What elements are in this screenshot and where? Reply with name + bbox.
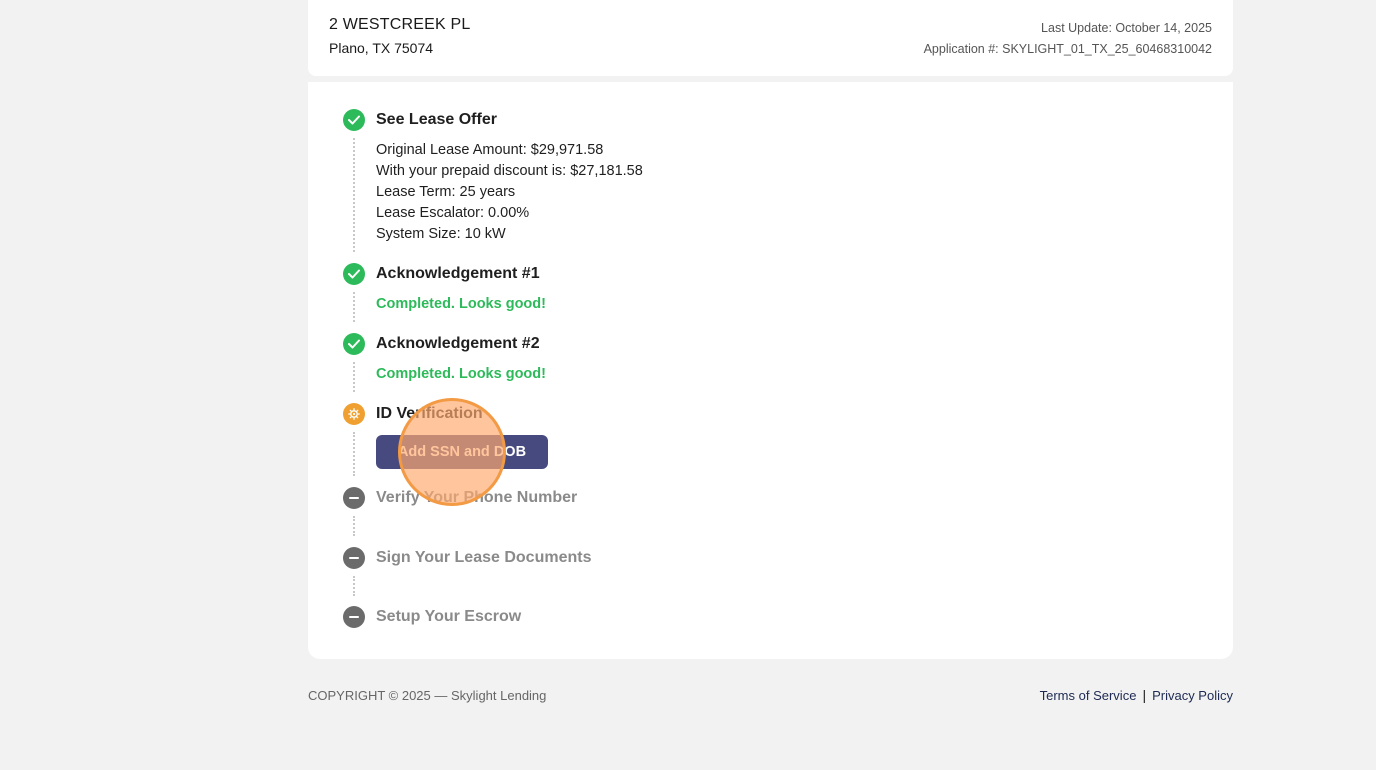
address-line-1: 2 WESTCREEK PL bbox=[329, 16, 471, 33]
step-title: Sign Your Lease Documents bbox=[376, 549, 592, 566]
check-circle-icon bbox=[343, 109, 365, 131]
step-status-message: Completed. Looks good! bbox=[376, 366, 546, 382]
lease-prepaid-discount: With your prepaid discount is: $27,181.5… bbox=[376, 163, 643, 179]
application-number: Application #: SKYLIGHT_01_TX_25_6046831… bbox=[923, 42, 1212, 56]
check-circle-icon bbox=[343, 333, 365, 355]
lease-escalator: Lease Escalator: 0.00% bbox=[376, 205, 530, 221]
check-circle-icon bbox=[343, 263, 365, 285]
add-ssn-dob-button[interactable]: Add SSN and DOB bbox=[376, 435, 548, 469]
lease-original-amount: Original Lease Amount: $29,971.58 bbox=[376, 142, 604, 158]
step-connector bbox=[353, 516, 355, 536]
step-connector bbox=[353, 432, 355, 476]
step-title: Setup Your Escrow bbox=[376, 608, 522, 625]
minus-circle-icon bbox=[343, 547, 365, 569]
step-title: Acknowledgement #2 bbox=[376, 335, 540, 352]
step-status-message: Completed. Looks good! bbox=[376, 296, 546, 312]
step-title: See Lease Offer bbox=[376, 111, 497, 128]
step-title: ID Verification bbox=[376, 405, 483, 422]
lease-term: Lease Term: 25 years bbox=[376, 184, 516, 200]
minus-circle-icon bbox=[343, 487, 365, 509]
minus-circle-icon bbox=[343, 606, 365, 628]
footer-links: Terms of Service | Privacy Policy bbox=[1040, 687, 1233, 703]
progress-steps: See Lease Offer Original Lease Amount: $… bbox=[308, 82, 1233, 659]
step-title: Acknowledgement #1 bbox=[376, 265, 540, 282]
step-connector bbox=[353, 576, 355, 596]
step-connector bbox=[353, 292, 355, 322]
system-size: System Size: 10 kW bbox=[376, 226, 506, 242]
privacy-policy-link[interactable]: Privacy Policy bbox=[1152, 688, 1233, 703]
step-connector bbox=[353, 362, 355, 392]
footer-separator: | bbox=[1142, 687, 1147, 703]
last-update: Last Update: October 14, 2025 bbox=[1041, 21, 1212, 35]
gear-icon bbox=[343, 403, 365, 425]
application-header: 2 WESTCREEK PL Plano, TX 75074 Last Upda… bbox=[308, 0, 1233, 76]
terms-of-service-link[interactable]: Terms of Service bbox=[1040, 688, 1137, 703]
address-line-2: Plano, TX 75074 bbox=[329, 40, 434, 56]
copyright-text: COPYRIGHT © 2025 — Skylight Lending bbox=[308, 688, 547, 703]
step-connector bbox=[353, 138, 355, 252]
step-title: Verify Your Phone Number bbox=[376, 489, 578, 506]
